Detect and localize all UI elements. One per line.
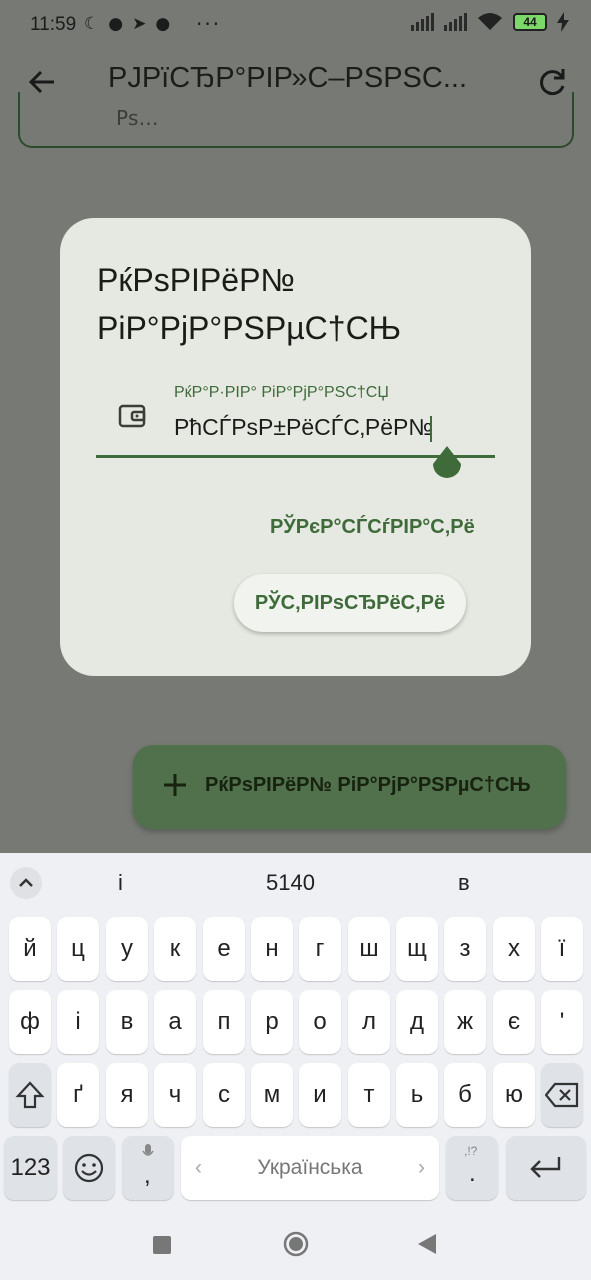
backspace-key[interactable] — [541, 1063, 583, 1127]
wallet-name-label: РќР°Р·РІР° РіР°РјР°РЅС†СЏ — [174, 384, 389, 401]
page-title: РЈРїСЂР°РІР»С–РЅРЅС... — [108, 62, 468, 94]
key[interactable]: ш — [348, 917, 390, 981]
key[interactable]: е — [203, 917, 245, 981]
recents-icon[interactable] — [151, 1234, 173, 1256]
backspace-icon — [544, 1082, 579, 1108]
back-nav-icon[interactable] — [416, 1232, 438, 1256]
key[interactable]: ф — [9, 990, 51, 1054]
new-wallet-dialog: РќРѕРІРёР№ РіР°РјР°РЅРµС†СЊ РќР°Р·РІР° Р… — [60, 218, 531, 676]
battery-icon: 44 — [513, 13, 547, 31]
fab-label: РќРѕРІРёР№ РіР°РјР°РЅРµС†СЊ — [205, 774, 531, 796]
new-wallet-fab[interactable]: РќРѕРІРёР№ РіР°РјР°РЅРµС†СЊ — [133, 745, 566, 829]
key[interactable]: а — [154, 990, 196, 1054]
cancel-button[interactable]: РЎРєР°СЃСѓРІР°С‚Рё — [270, 516, 475, 539]
key[interactable]: ц — [57, 917, 99, 981]
key[interactable]: р — [251, 990, 293, 1054]
suggestion-1[interactable]: і — [118, 870, 123, 896]
key[interactable]: б — [444, 1063, 486, 1127]
key[interactable]: ю — [493, 1063, 535, 1127]
space-label: Українська — [257, 1156, 363, 1179]
key[interactable]: к — [154, 917, 196, 981]
key[interactable]: є — [493, 990, 535, 1054]
telegram-icon: ➤ — [132, 14, 156, 34]
wallet-name-input[interactable]: РћСЃРѕР±РёСЃС‚РёР№ — [174, 414, 433, 441]
status-time: 11:59 — [30, 14, 77, 35]
emoji-key[interactable] — [63, 1136, 115, 1200]
shift-icon — [15, 1081, 45, 1109]
facebook-icon: ● — [108, 14, 133, 34]
key[interactable]: ж — [444, 990, 486, 1054]
key[interactable]: с — [203, 1063, 245, 1127]
key[interactable]: о — [299, 990, 341, 1054]
status-app-icons: ☾●➤● — [84, 14, 179, 34]
key[interactable]: х — [493, 917, 535, 981]
punct-hint: ,!? — [464, 1144, 478, 1158]
cursor-handle[interactable] — [429, 444, 465, 486]
key[interactable]: т — [348, 1063, 390, 1127]
key[interactable]: ґ — [57, 1063, 99, 1127]
keyboard-row-4: 123 , ‹ Українська › ,!? . — [0, 1136, 591, 1200]
key[interactable]: д — [396, 990, 438, 1054]
microphone-icon — [142, 1144, 154, 1156]
dialog-title: РќРѕРІРёР№ РіР°РјР°РЅРµС†СЊ — [97, 262, 401, 346]
messenger-icon: ● — [155, 14, 180, 34]
create-button[interactable]: РЎС‚РІРѕСЂРёС‚Рё — [234, 574, 466, 632]
key[interactable]: ' — [541, 990, 583, 1054]
numbers-key[interactable]: 123 — [4, 1136, 57, 1200]
key[interactable]: щ — [396, 917, 438, 981]
key[interactable]: і — [57, 990, 99, 1054]
status-right: 44 — [411, 12, 569, 32]
key[interactable]: ч — [154, 1063, 196, 1127]
key[interactable]: п — [203, 990, 245, 1054]
plus-icon — [164, 774, 186, 796]
key[interactable]: я — [106, 1063, 148, 1127]
emoji-icon — [74, 1153, 104, 1183]
signal-icon — [444, 13, 467, 31]
suggestion-2[interactable]: 5140 — [266, 870, 315, 896]
background-field: Рѕ… — [18, 92, 574, 148]
comma-key[interactable]: , — [122, 1136, 174, 1200]
key[interactable]: л — [348, 990, 390, 1054]
key[interactable]: г — [299, 917, 341, 981]
suggestion-bar: і 5140 в — [0, 853, 591, 913]
charging-icon — [557, 12, 569, 32]
more-dots: ··· — [196, 12, 222, 36]
chevron-up-icon[interactable] — [10, 867, 42, 899]
period-key[interactable]: ,!? . — [446, 1136, 498, 1200]
home-icon[interactable] — [282, 1230, 310, 1258]
key[interactable]: м — [251, 1063, 293, 1127]
key[interactable]: в — [106, 990, 148, 1054]
key[interactable]: з — [444, 917, 486, 981]
wifi-icon — [478, 13, 502, 30]
system-nav-bar — [0, 1210, 591, 1280]
background-field-text: Рѕ… — [116, 106, 159, 130]
battery-level: 44 — [523, 15, 537, 29]
chevron-right-icon: › — [418, 1156, 425, 1179]
shift-key[interactable] — [9, 1063, 51, 1127]
enter-key[interactable] — [506, 1136, 586, 1200]
keyboard-row-1: й ц у к е н г ш щ з х ї — [0, 917, 591, 981]
key[interactable]: н — [251, 917, 293, 981]
keyboard-row-2: ф і в а п р о л д ж є ' — [0, 990, 591, 1054]
key[interactable]: й — [9, 917, 51, 981]
enter-icon — [530, 1157, 561, 1178]
signal-icon — [411, 13, 434, 31]
keyboard-row-3: ґ я ч с м и т ь б ю — [0, 1063, 591, 1127]
key[interactable]: ї — [541, 917, 583, 981]
wallet-icon — [118, 404, 146, 428]
key[interactable]: ь — [396, 1063, 438, 1127]
space-key[interactable]: ‹ Українська › — [181, 1136, 439, 1200]
comma-label: , — [144, 1162, 151, 1189]
text-caret — [430, 416, 432, 442]
key[interactable]: и — [299, 1063, 341, 1127]
moon-icon: ☾ — [84, 14, 109, 34]
key[interactable]: у — [106, 917, 148, 981]
status-bar: 11:59 ☾●➤● ··· 44 — [0, 0, 591, 52]
period-label: . — [469, 1160, 476, 1187]
chevron-left-icon: ‹ — [195, 1156, 202, 1179]
suggestion-3[interactable]: в — [458, 870, 470, 896]
